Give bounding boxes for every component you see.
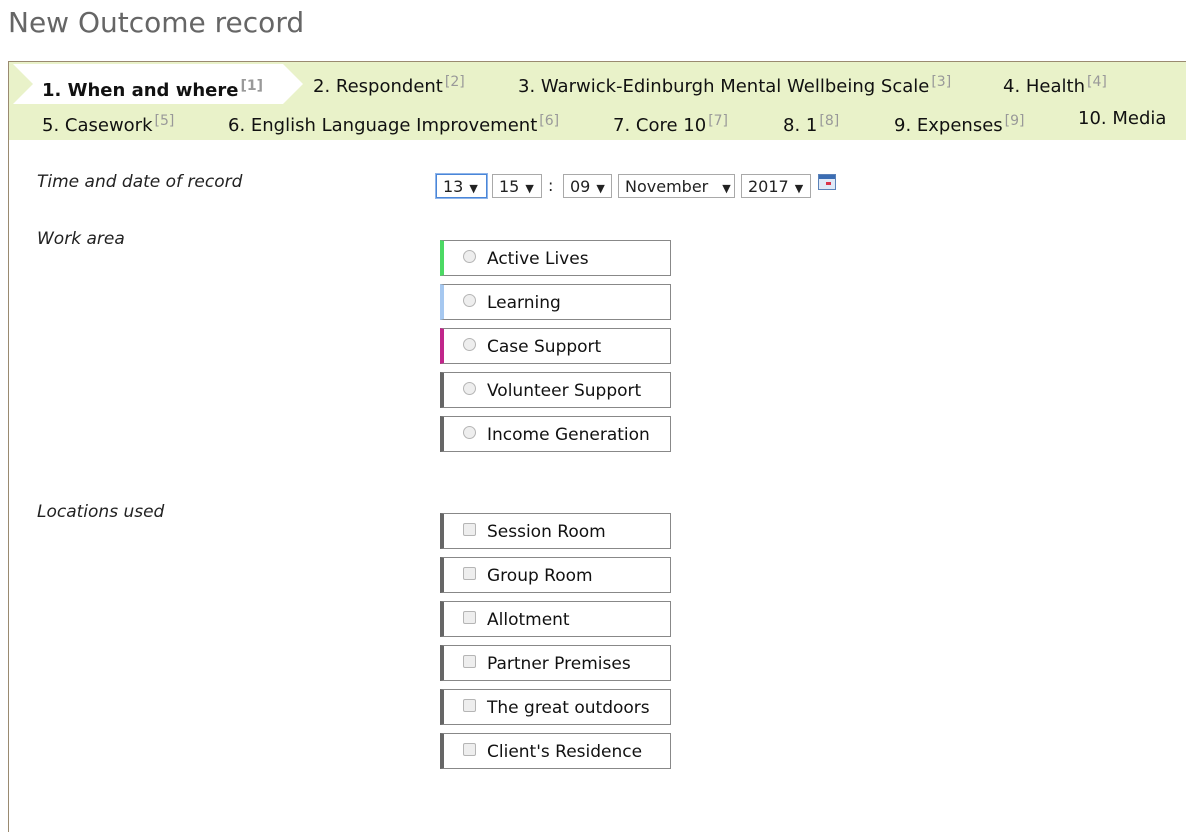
tab-number: [6]: [539, 113, 560, 129]
calendar-icon[interactable]: [818, 174, 836, 190]
tab-label: 6. English Language Improvement: [228, 115, 538, 136]
month-select[interactable]: November ▼: [618, 174, 735, 198]
work-area-option-active-lives[interactable]: Active Lives: [440, 240, 671, 276]
tab-label: 7. Core 10: [613, 115, 707, 136]
radio-button[interactable]: [463, 294, 476, 307]
work-area-option-income-generation[interactable]: Income Generation: [440, 416, 671, 452]
tab-label: 2. Respondent: [313, 76, 443, 97]
tab-number: [1]: [240, 78, 263, 94]
tab-label: 4. Health: [1003, 76, 1086, 97]
option-label: Session Room: [487, 522, 606, 542]
minute-value: 15: [499, 177, 520, 196]
option-label: Allotment: [487, 610, 570, 630]
dropdown-arrow-icon: ▼: [722, 182, 731, 195]
work-area-option-case-support[interactable]: Case Support: [440, 328, 671, 364]
option-label: Group Room: [487, 566, 593, 586]
tab-label: 3. Warwick-Edinburgh Mental Wellbeing Sc…: [518, 76, 930, 97]
page-title: New Outcome record: [8, 6, 305, 39]
tab-number: [3]: [931, 74, 952, 90]
option-label: Partner Premises: [487, 654, 631, 674]
radio-button[interactable]: [463, 250, 476, 263]
tab-label: 5. Casework: [42, 115, 153, 136]
option-label: Learning: [487, 293, 561, 313]
tab-core-10[interactable]: 7. Core 10 [7]: [613, 113, 728, 136]
option-label: Active Lives: [487, 249, 589, 269]
month-value: November: [625, 177, 709, 196]
option-label: Income Generation: [487, 425, 650, 445]
tab-label: 10. Media: [1078, 108, 1167, 129]
checkbox[interactable]: [463, 699, 476, 712]
option-label: Case Support: [487, 337, 602, 357]
location-option-partner-premises[interactable]: Partner Premises: [440, 645, 671, 681]
checkbox[interactable]: [463, 655, 476, 668]
time-date-label: Time and date of record: [37, 172, 243, 192]
tab-wemwbs[interactable]: 3. Warwick-Edinburgh Mental Wellbeing Sc…: [518, 74, 951, 97]
hour-value: 13: [443, 177, 464, 196]
tab-number: [5]: [154, 113, 175, 129]
tab-label: 1. When and where: [42, 80, 239, 101]
tab-when-and-where[interactable]: 1. When and where [1]: [42, 78, 263, 101]
tab-number: [2]: [444, 74, 465, 90]
work-area-option-volunteer-support[interactable]: Volunteer Support: [440, 372, 671, 408]
hour-select[interactable]: 13 ▼: [436, 174, 487, 198]
day-select[interactable]: 09 ▼: [563, 174, 612, 198]
checkbox[interactable]: [463, 611, 476, 624]
work-area-label: Work area: [37, 229, 125, 249]
year-value: 2017: [748, 177, 789, 196]
tab-bar: 1. When and where [1] 2. Respondent [2] 3.…: [9, 62, 1186, 140]
locations-used-label: Locations used: [37, 502, 165, 522]
dropdown-arrow-icon: ▼: [525, 182, 534, 195]
tab-english-language[interactable]: 6. English Language Improvement [6]: [228, 113, 559, 136]
tab-label: 8. 1: [783, 115, 818, 136]
tab-number: [8]: [819, 113, 840, 129]
tab-label: 9. Expenses: [894, 115, 1003, 136]
tab-number: [4]: [1087, 74, 1107, 90]
tab-media[interactable]: 10. Media: [1078, 108, 1166, 129]
radio-button[interactable]: [463, 426, 476, 439]
dropdown-arrow-icon: ▼: [469, 182, 478, 195]
work-area-option-learning[interactable]: Learning: [440, 284, 671, 320]
option-label: Client's Residence: [487, 742, 643, 762]
location-option-session-room[interactable]: Session Room: [440, 513, 671, 549]
year-select[interactable]: 2017 ▼: [741, 174, 811, 198]
minute-select[interactable]: 15 ▼: [492, 174, 542, 198]
option-label: The great outdoors: [487, 698, 650, 718]
option-label: Volunteer Support: [487, 381, 642, 401]
checkbox[interactable]: [463, 523, 476, 536]
location-option-clients-residence[interactable]: Client's Residence: [440, 733, 671, 769]
tab-health[interactable]: 4. Health [4]: [1003, 74, 1107, 97]
dropdown-arrow-icon: ▼: [794, 182, 804, 195]
tab-respondent[interactable]: 2. Respondent [2]: [313, 74, 465, 97]
time-separator: :: [548, 176, 554, 195]
record-panel: 1. When and where [1] 2. Respondent [2] 3.…: [8, 61, 1186, 832]
location-option-great-outdoors[interactable]: The great outdoors: [440, 689, 671, 725]
tab-casework[interactable]: 5. Casework [5]: [42, 113, 174, 136]
tab-number: [9]: [1004, 113, 1025, 129]
dropdown-arrow-icon: ▼: [596, 182, 605, 195]
checkbox[interactable]: [463, 743, 476, 756]
tab-number: [7]: [708, 113, 729, 129]
location-option-group-room[interactable]: Group Room: [440, 557, 671, 593]
tab-expenses[interactable]: 9. Expenses [9]: [894, 113, 1025, 136]
tab-8-1[interactable]: 8. 1 [8]: [783, 113, 839, 136]
day-value: 09: [570, 177, 591, 196]
checkbox[interactable]: [463, 567, 476, 580]
radio-button[interactable]: [463, 382, 476, 395]
radio-button[interactable]: [463, 338, 476, 351]
location-option-allotment[interactable]: Allotment: [440, 601, 671, 637]
